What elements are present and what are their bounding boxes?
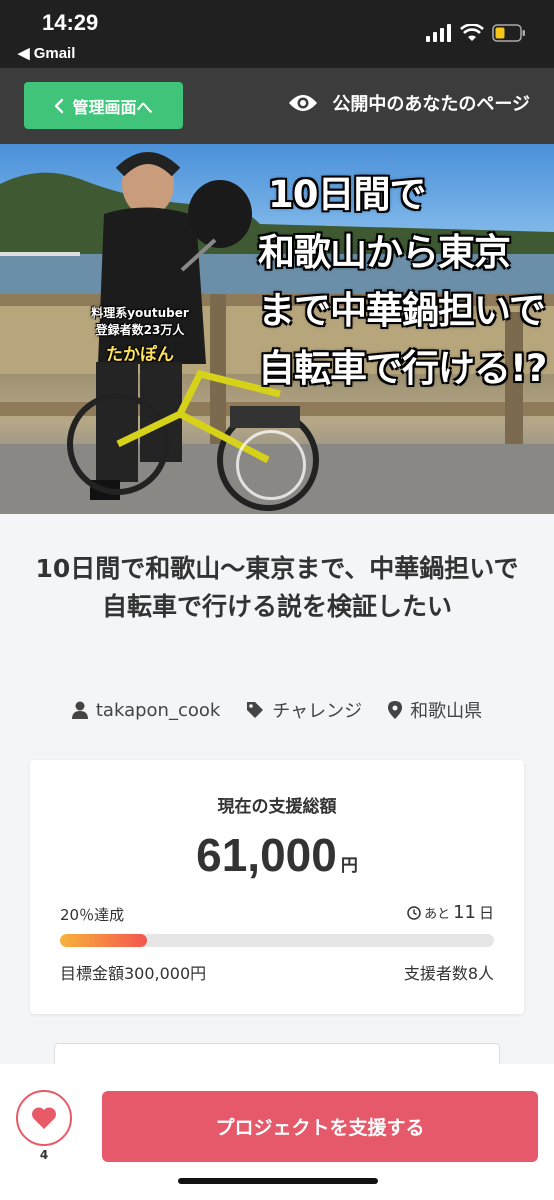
owner-link[interactable]: takapon_cook [71,697,221,723]
eye-icon [289,95,318,111]
bottom-action-bar: 4 プロジェクトを支援する [0,1064,554,1200]
user-icon [71,701,88,719]
goal-amount: 目標金額300,000円 [60,964,207,983]
play-button-icon[interactable] [236,430,306,500]
remaining-days: あと 11 日 [407,902,494,923]
location-link[interactable]: 和歌山県 [388,697,482,723]
location-name: 和歌山県 [410,701,483,722]
hero-caption-name: たかぽん [106,345,174,365]
funding-label: 現在の支援総額 [217,797,337,817]
status-time: 14:29 [42,10,99,35]
project-hero-image[interactable]: 料理系youtuber 登録者数23万人 たかぽん 10日間で 和歌山から東京 … [0,144,554,514]
favorite-button[interactable] [16,1090,72,1146]
hero-headline-line: まで中華鍋担いで [258,289,546,332]
public-page-link[interactable]: 公開中のあなたのページ [288,90,530,116]
chevron-left-icon [55,98,64,113]
tag-icon [247,702,264,718]
top-nav: 管理画面へ 公開中のあなたのページ [0,68,554,144]
clock-icon [407,905,421,920]
public-link-label: 公開中のあなたのページ [332,94,530,115]
back-to-gmail-link[interactable]: ◀ Gmail [18,44,75,62]
hero-caption: 料理系youtuber 登録者数23万人 たかぽん [80,304,200,365]
achievement-rate: 20％達成 [60,906,125,924]
owner-name: takapon_cook [95,699,221,721]
hero-headline-line: 自転車で行ける!? [258,347,547,390]
status-bar: 14:29 ◀ Gmail [0,0,554,68]
heart-icon [31,1107,57,1129]
hero-caption-line: 料理系youtuber [91,306,189,320]
category-link[interactable]: チャレンジ [246,697,362,723]
funding-card: 現在の支援総額 61,000 円 20％達成 あと 11 日 目標金額300,00… [30,760,524,1014]
signal-icon [426,24,451,42]
remaining-unit: 日 [478,904,494,922]
funding-currency: 円 [340,856,358,876]
wifi-icon [460,24,484,41]
favorite-count: 4 [39,1148,49,1162]
map-pin-icon [388,701,403,719]
funding-amount-value: 61,000 [196,829,337,881]
category-name: チャレンジ [272,701,363,722]
support-project-button[interactable]: プロジェクトを支援する [102,1091,538,1162]
project-meta: takapon_cook チャレンジ 和歌山県 [0,697,554,723]
progress-bar [60,934,494,947]
hero-headline-line: 和歌山から東京 [258,231,511,274]
hero-caption-line: 登録者数23万人 [95,323,185,337]
hero-headline: 10日間で 和歌山から東京 まで中華鍋担いで 自転車で行ける!? [258,166,548,398]
project-title: 10日間で和歌山〜東京まで、中華鍋担いで自転車で行ける説を検証したい [35,554,519,621]
status-icons [426,24,526,42]
remaining-prefix: あと [424,907,451,922]
remaining-days-value: 11 [453,902,476,923]
battery-icon [492,24,525,42]
supporter-count: 支援者数8人 [403,964,494,983]
home-indicator [178,1178,378,1184]
admin-button-label: 管理画面へ [72,97,153,117]
progress-bar-fill [60,934,147,947]
funding-amount: 61,000 円 [30,828,524,882]
hero-headline-line: 10日間で [268,173,427,216]
admin-page-button[interactable]: 管理画面へ [24,82,183,129]
